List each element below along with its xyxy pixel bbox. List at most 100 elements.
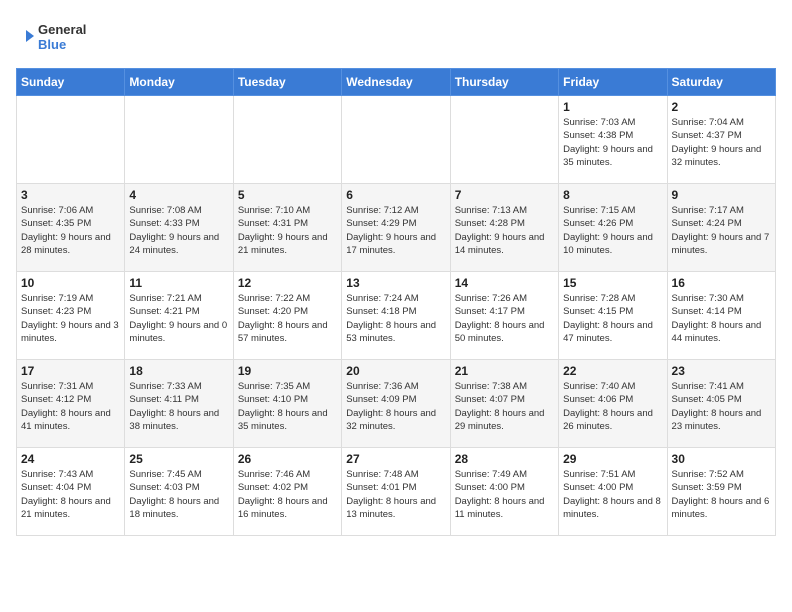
day-number: 22 bbox=[563, 364, 662, 378]
day-number: 7 bbox=[455, 188, 554, 202]
day-number: 3 bbox=[21, 188, 120, 202]
day-info: Sunrise: 7:51 AM Sunset: 4:00 PM Dayligh… bbox=[563, 468, 662, 521]
calendar-day-cell: 23 Sunrise: 7:41 AM Sunset: 4:05 PM Dayli… bbox=[667, 360, 775, 448]
day-number: 12 bbox=[238, 276, 337, 290]
day-info: Sunrise: 7:08 AM Sunset: 4:33 PM Dayligh… bbox=[129, 204, 228, 257]
calendar-week-row: 3Sunrise: 7:06 AM Sunset: 4:35 PM Daylig… bbox=[17, 184, 776, 272]
calendar-day-cell: 15 Sunrise: 7:28 AM Sunset: 4:15 PM Dayli… bbox=[559, 272, 667, 360]
calendar-day-cell: 8 Sunrise: 7:15 AM Sunset: 4:26 PM Daylig… bbox=[559, 184, 667, 272]
calendar-day-cell bbox=[233, 96, 341, 184]
calendar-day-cell: 25Sunrise: 7:45 AM Sunset: 4:03 PM Dayli… bbox=[125, 448, 233, 536]
calendar-day-cell: 6 Sunrise: 7:12 AM Sunset: 4:29 PM Daylig… bbox=[342, 184, 450, 272]
calendar-day-header: Wednesday bbox=[342, 69, 450, 96]
day-info: Sunrise: 7:43 AM Sunset: 4:04 PM Dayligh… bbox=[21, 468, 120, 521]
day-number: 6 bbox=[346, 188, 445, 202]
day-number: 9 bbox=[672, 188, 771, 202]
day-number: 4 bbox=[129, 188, 228, 202]
page-header: General Blue bbox=[16, 16, 776, 56]
calendar-day-cell: 4 Sunrise: 7:08 AM Sunset: 4:33 PM Daylig… bbox=[125, 184, 233, 272]
calendar-day-cell: 3Sunrise: 7:06 AM Sunset: 4:35 PM Daylig… bbox=[17, 184, 125, 272]
day-number: 21 bbox=[455, 364, 554, 378]
day-info: Sunrise: 7:36 AM Sunset: 4:09 PM Dayligh… bbox=[346, 380, 445, 433]
calendar-table: SundayMondayTuesdayWednesdayThursdayFrid… bbox=[16, 68, 776, 536]
calendar-day-cell: 28 Sunrise: 7:49 AM Sunset: 4:00 PM Dayli… bbox=[450, 448, 558, 536]
day-number: 11 bbox=[129, 276, 228, 290]
calendar-day-cell: 18Sunrise: 7:33 AM Sunset: 4:11 PM Dayli… bbox=[125, 360, 233, 448]
day-number: 14 bbox=[455, 276, 554, 290]
calendar-day-cell bbox=[342, 96, 450, 184]
calendar-day-cell: 7 Sunrise: 7:13 AM Sunset: 4:28 PM Daylig… bbox=[450, 184, 558, 272]
day-number: 1 bbox=[563, 100, 662, 114]
day-info: Sunrise: 7:45 AM Sunset: 4:03 PM Dayligh… bbox=[129, 468, 228, 521]
calendar-day-cell: 30 Sunrise: 7:52 AM Sunset: 3:59 PM Dayli… bbox=[667, 448, 775, 536]
day-info: Sunrise: 7:41 AM Sunset: 4:05 PM Dayligh… bbox=[672, 380, 771, 433]
logo: General Blue bbox=[16, 16, 106, 56]
day-info: Sunrise: 7:13 AM Sunset: 4:28 PM Dayligh… bbox=[455, 204, 554, 257]
day-number: 27 bbox=[346, 452, 445, 466]
day-number: 2 bbox=[672, 100, 771, 114]
day-info: Sunrise: 7:26 AM Sunset: 4:17 PM Dayligh… bbox=[455, 292, 554, 345]
calendar-day-header: Sunday bbox=[17, 69, 125, 96]
calendar-day-cell: 20 Sunrise: 7:36 AM Sunset: 4:09 PM Dayli… bbox=[342, 360, 450, 448]
day-number: 5 bbox=[238, 188, 337, 202]
day-number: 30 bbox=[672, 452, 771, 466]
calendar-day-cell: 27 Sunrise: 7:48 AM Sunset: 4:01 PM Dayli… bbox=[342, 448, 450, 536]
svg-text:General: General bbox=[38, 22, 86, 37]
day-info: Sunrise: 7:24 AM Sunset: 4:18 PM Dayligh… bbox=[346, 292, 445, 345]
calendar-day-cell: 11 Sunrise: 7:21 AM Sunset: 4:21 PM Dayli… bbox=[125, 272, 233, 360]
calendar-week-row: 10 Sunrise: 7:19 AM Sunset: 4:23 PM Dayli… bbox=[17, 272, 776, 360]
day-number: 29 bbox=[563, 452, 662, 466]
day-info: Sunrise: 7:48 AM Sunset: 4:01 PM Dayligh… bbox=[346, 468, 445, 521]
calendar-day-cell bbox=[125, 96, 233, 184]
calendar-header-row: SundayMondayTuesdayWednesdayThursdayFrid… bbox=[17, 69, 776, 96]
day-info: Sunrise: 7:21 AM Sunset: 4:21 PM Dayligh… bbox=[129, 292, 228, 345]
calendar-day-cell: 17Sunrise: 7:31 AM Sunset: 4:12 PM Dayli… bbox=[17, 360, 125, 448]
calendar-day-cell: 2 Sunrise: 7:04 AM Sunset: 4:37 PM Daylig… bbox=[667, 96, 775, 184]
calendar-day-cell bbox=[17, 96, 125, 184]
day-number: 28 bbox=[455, 452, 554, 466]
day-info: Sunrise: 7:40 AM Sunset: 4:06 PM Dayligh… bbox=[563, 380, 662, 433]
day-info: Sunrise: 7:10 AM Sunset: 4:31 PM Dayligh… bbox=[238, 204, 337, 257]
day-info: Sunrise: 7:49 AM Sunset: 4:00 PM Dayligh… bbox=[455, 468, 554, 521]
logo-svg: General Blue bbox=[16, 16, 106, 56]
day-info: Sunrise: 7:30 AM Sunset: 4:14 PM Dayligh… bbox=[672, 292, 771, 345]
day-number: 18 bbox=[129, 364, 228, 378]
calendar-week-row: 17Sunrise: 7:31 AM Sunset: 4:12 PM Dayli… bbox=[17, 360, 776, 448]
day-number: 17 bbox=[21, 364, 120, 378]
calendar-day-cell: 10 Sunrise: 7:19 AM Sunset: 4:23 PM Dayli… bbox=[17, 272, 125, 360]
calendar-day-cell: 26Sunrise: 7:46 AM Sunset: 4:02 PM Dayli… bbox=[233, 448, 341, 536]
day-info: Sunrise: 7:12 AM Sunset: 4:29 PM Dayligh… bbox=[346, 204, 445, 257]
calendar-day-cell: 21 Sunrise: 7:38 AM Sunset: 4:07 PM Dayli… bbox=[450, 360, 558, 448]
day-info: Sunrise: 7:28 AM Sunset: 4:15 PM Dayligh… bbox=[563, 292, 662, 345]
day-info: Sunrise: 7:22 AM Sunset: 4:20 PM Dayligh… bbox=[238, 292, 337, 345]
calendar-day-header: Saturday bbox=[667, 69, 775, 96]
calendar-day-cell: 29 Sunrise: 7:51 AM Sunset: 4:00 PM Dayli… bbox=[559, 448, 667, 536]
day-info: Sunrise: 7:19 AM Sunset: 4:23 PM Dayligh… bbox=[21, 292, 120, 345]
day-info: Sunrise: 7:17 AM Sunset: 4:24 PM Dayligh… bbox=[672, 204, 771, 257]
day-number: 10 bbox=[21, 276, 120, 290]
day-info: Sunrise: 7:15 AM Sunset: 4:26 PM Dayligh… bbox=[563, 204, 662, 257]
day-info: Sunrise: 7:03 AM Sunset: 4:38 PM Dayligh… bbox=[563, 116, 662, 169]
calendar-day-cell: 14 Sunrise: 7:26 AM Sunset: 4:17 PM Dayli… bbox=[450, 272, 558, 360]
calendar-week-row: 24 Sunrise: 7:43 AM Sunset: 4:04 PM Dayli… bbox=[17, 448, 776, 536]
day-info: Sunrise: 7:46 AM Sunset: 4:02 PM Dayligh… bbox=[238, 468, 337, 521]
calendar-day-cell: 13Sunrise: 7:24 AM Sunset: 4:18 PM Dayli… bbox=[342, 272, 450, 360]
day-info: Sunrise: 7:38 AM Sunset: 4:07 PM Dayligh… bbox=[455, 380, 554, 433]
day-info: Sunrise: 7:04 AM Sunset: 4:37 PM Dayligh… bbox=[672, 116, 771, 169]
calendar-day-cell bbox=[450, 96, 558, 184]
calendar-day-header: Tuesday bbox=[233, 69, 341, 96]
day-number: 8 bbox=[563, 188, 662, 202]
day-info: Sunrise: 7:52 AM Sunset: 3:59 PM Dayligh… bbox=[672, 468, 771, 521]
day-number: 24 bbox=[21, 452, 120, 466]
day-number: 15 bbox=[563, 276, 662, 290]
calendar-day-header: Friday bbox=[559, 69, 667, 96]
svg-text:Blue: Blue bbox=[38, 37, 66, 52]
day-number: 23 bbox=[672, 364, 771, 378]
calendar-week-row: 1 Sunrise: 7:03 AM Sunset: 4:38 PM Daylig… bbox=[17, 96, 776, 184]
calendar-day-cell: 24 Sunrise: 7:43 AM Sunset: 4:04 PM Dayli… bbox=[17, 448, 125, 536]
calendar-day-header: Thursday bbox=[450, 69, 558, 96]
calendar-day-header: Monday bbox=[125, 69, 233, 96]
calendar-day-cell: 19Sunrise: 7:35 AM Sunset: 4:10 PM Dayli… bbox=[233, 360, 341, 448]
day-number: 20 bbox=[346, 364, 445, 378]
calendar-day-cell: 5 Sunrise: 7:10 AM Sunset: 4:31 PM Daylig… bbox=[233, 184, 341, 272]
